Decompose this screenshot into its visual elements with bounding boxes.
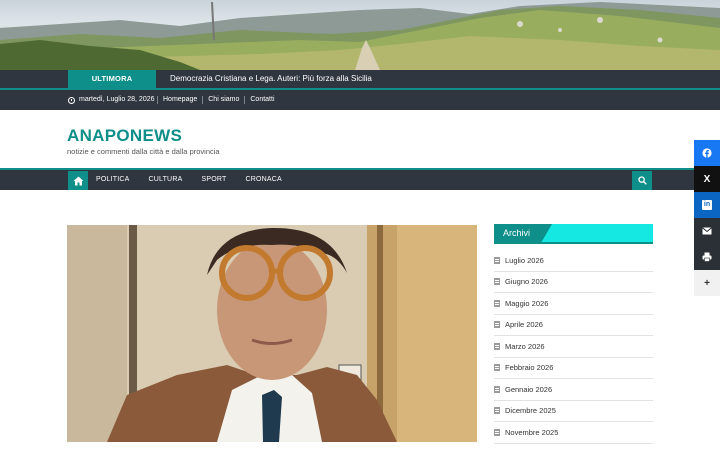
main-navigation: POLITICA CULTURA SPORT CRONACA (0, 168, 720, 190)
archive-item[interactable]: Aprile 2026 (494, 315, 653, 336)
facebook-icon (702, 148, 712, 158)
clock-icon (68, 96, 75, 104)
archive-item-label[interactable]: Febbraio 2026 (505, 363, 553, 372)
nav-item-cronaca[interactable]: CRONACA (245, 170, 300, 190)
archive-item[interactable]: Novembre 2025 (494, 422, 653, 444)
featured-post-image[interactable] (67, 225, 477, 442)
archive-item-label[interactable]: Dicembre 2025 (505, 406, 556, 415)
breaking-news-ticker: ULTIMORA Democrazia Cristiana e Lega. Au… (0, 70, 720, 88)
archive-item[interactable]: Maggio 2026 (494, 293, 653, 315)
archive-item-label[interactable]: Novembre 2025 (505, 428, 558, 437)
archive-item-label[interactable]: Gennaio 2026 (505, 385, 552, 394)
top-link-chi-siamo[interactable]: Chi siamo (202, 96, 244, 104)
archive-item[interactable]: Febbraio 2026 (494, 358, 653, 379)
archive-item[interactable]: Giugno 2026 (494, 272, 653, 293)
nav-menu: POLITICA CULTURA SPORT CRONACA (96, 170, 301, 190)
document-icon (494, 278, 500, 286)
document-icon (494, 385, 500, 393)
document-icon (494, 428, 500, 436)
document-icon (494, 321, 500, 329)
archive-item[interactable]: Marzo 2026 (494, 336, 653, 358)
date-text: martedì, Luglio 28, 2026 (79, 96, 155, 103)
site-title-link[interactable]: ANAPONEWS (67, 126, 182, 146)
home-button[interactable] (68, 171, 88, 190)
top-link-homepage[interactable]: Homepage (157, 96, 202, 104)
archive-item[interactable]: Luglio 2026 (494, 250, 653, 272)
archive-item-label[interactable]: Luglio 2026 (505, 256, 544, 265)
ticker-headline-link[interactable]: Democrazia Cristiana e Lega. Auteri: Più… (170, 70, 372, 88)
email-icon (702, 227, 712, 235)
share-email-button[interactable] (694, 218, 720, 244)
home-icon (73, 176, 83, 185)
archive-item-label[interactable]: Marzo 2026 (505, 342, 545, 351)
top-bar: martedì, Luglio 28, 2026 Homepage Chi si… (0, 90, 720, 110)
archives-widget-header: Archivi (494, 224, 653, 244)
search-button[interactable] (632, 171, 652, 190)
share-bar: X in + (694, 140, 720, 296)
archive-item-label[interactable]: Giugno 2026 (505, 277, 548, 286)
share-linkedin-button[interactable]: in (694, 192, 720, 218)
site-description: notizie e commenti dalla città e dalla p… (67, 147, 220, 156)
search-icon (637, 176, 647, 185)
document-icon (494, 299, 500, 307)
nav-item-sport[interactable]: SPORT (201, 170, 245, 190)
archives-list: Luglio 2026 Giugno 2026 Maggio 2026 Apri… (494, 250, 653, 444)
header-banner-image (0, 0, 720, 70)
document-icon (494, 256, 500, 264)
document-icon (494, 342, 500, 350)
archives-widget-title: Archivi (503, 228, 531, 238)
archive-item-label[interactable]: Maggio 2026 (505, 299, 548, 308)
share-x-button[interactable]: X (694, 166, 720, 192)
share-more-button[interactable]: + (694, 270, 720, 296)
plus-icon: + (704, 277, 710, 289)
archive-item[interactable]: Dicembre 2025 (494, 401, 653, 422)
page: ULTIMORA Democrazia Cristiana e Lega. Au… (0, 0, 720, 450)
nav-item-politica[interactable]: POLITICA (96, 170, 149, 190)
archive-item-label[interactable]: Aprile 2026 (505, 320, 543, 329)
document-icon (494, 407, 500, 415)
share-print-button[interactable] (694, 244, 720, 270)
nav-item-cultura[interactable]: CULTURA (149, 170, 202, 190)
x-icon: X (703, 173, 711, 185)
document-icon (494, 364, 500, 372)
share-facebook-button[interactable] (694, 140, 720, 166)
top-link-contatti[interactable]: Contatti (244, 96, 279, 104)
top-links: Homepage Chi siamo Contatti (157, 90, 280, 104)
linkedin-icon: in (702, 200, 712, 210)
archive-item[interactable]: Gennaio 2026 (494, 379, 653, 401)
print-icon (702, 252, 712, 262)
current-date: martedì, Luglio 28, 2026 (68, 90, 155, 110)
ticker-label: ULTIMORA (68, 70, 156, 88)
